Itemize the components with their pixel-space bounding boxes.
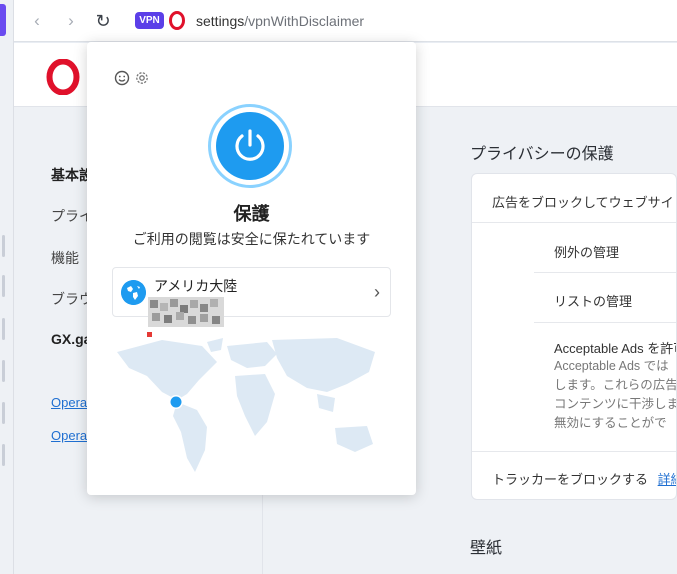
acceptable-ads-desc-line: します。これらの広告 bbox=[554, 378, 677, 392]
vpn-badge[interactable]: VPN bbox=[135, 12, 164, 29]
sidebar-handle bbox=[2, 318, 5, 340]
opera-logo-icon bbox=[46, 59, 80, 95]
vpn-status-title: 保護 bbox=[233, 204, 270, 224]
acceptable-ads-desc-line: コンテンツに干渉しま bbox=[554, 397, 677, 411]
sidebar-handle bbox=[2, 235, 5, 257]
ip-address-redacted bbox=[148, 297, 224, 327]
reload-icon[interactable]: ↻ bbox=[92, 10, 114, 32]
acceptable-ads-desc-line: 無効にすることがで bbox=[554, 416, 667, 430]
address-bar: ‹ › ↻ VPN settings/vpnWithDisclaimer bbox=[14, 0, 677, 42]
wallpaper-section-title: 壁紙 bbox=[470, 540, 503, 557]
location-name: アメリカ大陸 bbox=[154, 278, 238, 294]
privacy-card: 広告をブロックしてウェブサイ 例外の管理 リストの管理 Acceptable A… bbox=[471, 173, 677, 500]
world-map bbox=[117, 338, 375, 472]
privacy-section-title: プライバシーの保護 bbox=[470, 146, 614, 163]
vpn-popup: 保護 ご利用の閲覧は安全に保たれています アメリカ大陸 › bbox=[87, 42, 416, 495]
left-sidebar-strip bbox=[0, 0, 14, 574]
vpn-status-subtitle: ご利用の閲覧は安全に保たれています bbox=[132, 231, 371, 247]
sidebar-item-features[interactable]: 機能 bbox=[51, 248, 79, 268]
block-trackers-details-link[interactable]: 詳細 bbox=[658, 472, 676, 487]
location-selector[interactable]: アメリカ大陸 › bbox=[112, 267, 391, 327]
divider bbox=[534, 322, 676, 323]
manage-lists-item[interactable]: リストの管理 bbox=[554, 291, 676, 310]
divider bbox=[534, 272, 676, 273]
globe-icon bbox=[121, 280, 146, 305]
block-trackers-row: トラッカーをブロックする 詳細 bbox=[492, 469, 676, 488]
power-button[interactable] bbox=[208, 104, 292, 188]
url-host: settings bbox=[196, 13, 245, 29]
power-icon bbox=[235, 129, 265, 161]
block-trackers-label: トラッカーをブロックする bbox=[492, 472, 649, 487]
forward-icon[interactable]: › bbox=[60, 10, 82, 32]
gear-icon[interactable] bbox=[134, 70, 150, 86]
block-ads-label: 広告をブロックしてウェブサイ bbox=[492, 195, 674, 210]
divider bbox=[472, 451, 676, 452]
sidebar-link-opera[interactable]: Opera bbox=[51, 428, 87, 443]
acceptable-ads-title: Acceptable Ads を許可 bbox=[554, 341, 677, 356]
sidebar-link-opera[interactable]: Opera bbox=[51, 395, 87, 410]
sidebar-handle bbox=[2, 360, 5, 382]
url-field[interactable]: settings/vpnWithDisclaimer bbox=[196, 13, 364, 29]
active-workspace-indicator[interactable] bbox=[0, 4, 6, 36]
back-icon[interactable]: ‹ bbox=[26, 10, 48, 32]
sidebar-handle bbox=[2, 402, 5, 424]
sidebar-handle bbox=[2, 275, 5, 297]
acceptable-ads-desc-line: Acceptable Ads では bbox=[554, 359, 669, 373]
divider bbox=[472, 222, 676, 223]
smiley-icon[interactable] bbox=[114, 70, 130, 86]
sidebar-item-gx[interactable]: GX.ga bbox=[51, 331, 91, 347]
chevron-right-icon: › bbox=[374, 282, 380, 302]
url-path: /vpnWithDisclaimer bbox=[244, 13, 365, 29]
manage-exceptions-item[interactable]: 例外の管理 bbox=[554, 242, 676, 261]
opera-logo-icon bbox=[169, 11, 185, 30]
sidebar-handle bbox=[2, 444, 5, 466]
